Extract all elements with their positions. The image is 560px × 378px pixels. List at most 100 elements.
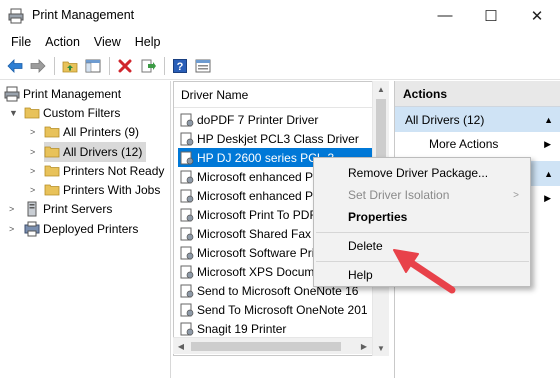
printer-driver-icon [180,113,194,126]
chevron-right-icon[interactable]: > [9,224,14,234]
horizontal-scrollbar[interactable]: ◀ ▶ [173,337,372,354]
filter-folder-icon [44,126,60,138]
more-actions-item[interactable]: More Actions ▶ [395,132,560,156]
help-icon[interactable]: ? [169,55,191,77]
printer-driver-icon [180,284,194,297]
list-item[interactable]: doPDF 7 Printer Driver [180,110,372,129]
export-list-icon[interactable] [137,55,159,77]
scroll-up-icon[interactable]: ▲ [373,81,389,97]
scroll-right-icon[interactable]: ▶ [356,338,372,354]
set-driver-isolation-label: Set Driver Isolation [348,188,450,202]
tree-label: Custom Filters [43,106,121,120]
show-hide-tree-icon[interactable] [82,55,104,77]
chevron-right-icon[interactable]: > [30,185,35,195]
folder-open-icon [24,107,40,119]
menu-file[interactable]: File [0,35,38,49]
minimize-button[interactable]: — [422,0,468,31]
chevron-right-icon[interactable]: > [30,166,35,176]
printer-driver-icon [180,132,194,145]
list-item[interactable]: Send To Microsoft OneNote 201 [180,300,372,319]
driver-name: Snagit 19 Printer [197,321,287,336]
window-title: Print Management [32,8,135,22]
toolbar-separator [54,57,55,75]
tree-item-print-servers[interactable]: Print Servers [24,199,112,219]
tree-label: All Printers (9) [63,125,140,139]
properties-menu-item[interactable]: Properties [315,206,530,228]
tree-label: Printers With Jobs [63,183,161,197]
print-management-icon [4,86,20,102]
properties-icon[interactable] [192,55,214,77]
printer-driver-icon [180,265,194,278]
actions-group-all-drivers[interactable]: All Drivers (12) ▲ [395,107,560,132]
driver-name: HP Deskjet PCL3 Class Driver [197,131,359,146]
driver-name: doPDF 7 Printer Driver [197,112,319,127]
toolbar-separator [109,57,110,75]
tree-item-printers-not-ready[interactable]: Printers Not Ready [44,161,164,181]
more-actions-label: More Actions [429,137,499,151]
red-arrow-icon [393,249,456,294]
menu-view[interactable]: View [87,35,128,49]
chevron-right-icon[interactable]: > [30,147,35,157]
svg-text:?: ? [177,61,184,73]
menu-help[interactable]: Help [128,35,168,49]
collapse-triangle-icon[interactable]: ▲ [544,115,553,125]
tree-item-custom-filters[interactable]: Custom Filters [24,103,120,123]
list-item[interactable]: Snagit 19 Printer [180,319,372,338]
actions-group-label: All Drivers (12) [405,112,485,127]
menu-separator [316,232,529,233]
chevron-right-icon[interactable]: > [9,204,14,214]
scroll-left-icon[interactable]: ◀ [173,338,189,354]
scroll-thumb[interactable] [191,342,341,351]
tree-label: Printers Not Ready [63,164,165,178]
delete-icon[interactable] [114,55,136,77]
printer-driver-icon [180,189,194,202]
tree-item-all-drivers[interactable]: All Drivers (12) [44,142,147,162]
toolbar-separator [164,57,165,75]
maximize-button[interactable]: ☐ [468,0,514,31]
tree-item-printers-with-jobs[interactable]: Printers With Jobs [44,180,160,200]
deployed-printers-icon [24,221,40,237]
driver-name: Microsoft enhanced P [197,169,314,184]
chevron-right-icon[interactable]: > [30,127,35,137]
tree-label: Print Servers [43,202,113,216]
menu-bar: File Action View Help [0,31,560,53]
printer-driver-icon [180,208,194,221]
remove-driver-package-menu-item[interactable]: Remove Driver Package... [315,162,530,184]
print-management-app-icon [8,8,24,24]
driver-name: Send To Microsoft OneNote 201 [197,302,368,317]
submenu-arrow-icon: ▶ [544,192,551,203]
tree-item-print-management[interactable]: Print Management [4,84,121,104]
column-header-driver-name[interactable]: Driver Name [174,82,372,108]
printer-driver-icon [180,170,194,183]
driver-name: Microsoft Shared Fax I [197,226,318,241]
title-bar: Print Management — ☐ ✕ [0,0,560,31]
printer-driver-icon [180,246,194,259]
forward-arrow-icon[interactable] [27,55,49,77]
up-folder-icon[interactable] [59,55,81,77]
tree-item-deployed-printers[interactable]: Deployed Printers [24,219,138,239]
chevron-down-icon[interactable]: ▼ [9,108,18,118]
printer-driver-icon [180,151,194,164]
tree-label: Deployed Printers [43,222,139,236]
tree-label: Print Management [23,87,122,101]
filter-folder-icon [44,165,60,177]
collapse-triangle-icon[interactable]: ▲ [544,169,553,179]
close-button[interactable]: ✕ [514,0,560,31]
printer-driver-icon [180,322,194,335]
printer-driver-icon [180,303,194,316]
submenu-arrow-icon: ▶ [544,138,551,149]
actions-title: Actions [395,81,560,107]
navigation-tree: Print Management ▼ Custom Filters > All … [0,81,171,378]
tree-label: All Drivers (12) [63,145,143,159]
filter-folder-icon [44,184,60,196]
printer-driver-icon [180,227,194,240]
list-item[interactable]: HP Deskjet PCL3 Class Driver [180,129,372,148]
driver-name: Microsoft Software Pri [197,245,315,260]
driver-name: Microsoft XPS Docum [197,264,315,279]
driver-name: Microsoft enhanced P [197,188,314,203]
scroll-down-icon[interactable]: ▼ [373,340,389,356]
print-server-icon [27,201,37,217]
back-arrow-icon[interactable] [4,55,26,77]
menu-action[interactable]: Action [38,35,87,49]
tree-item-all-printers[interactable]: All Printers (9) [44,122,139,142]
